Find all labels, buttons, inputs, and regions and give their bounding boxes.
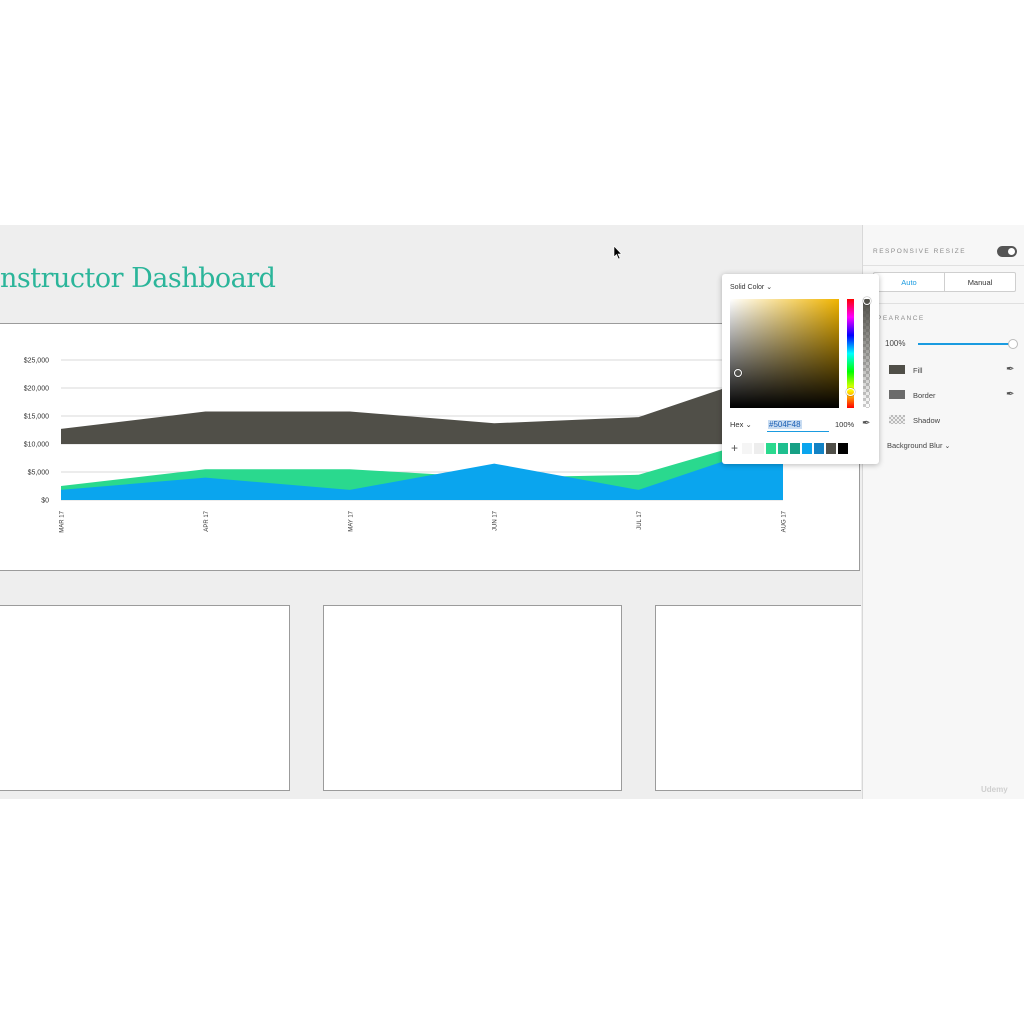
background-blur-label: Background Blur <box>887 441 943 450</box>
chevron-down-icon: ⌄ <box>944 443 951 450</box>
hex-input[interactable]: #504F48 <box>768 420 802 429</box>
manual-option[interactable]: Manual <box>945 273 1015 291</box>
fill-eyedropper-icon[interactable]: ✒ <box>1006 364 1014 375</box>
placeholder-card-2[interactable] <box>323 605 622 791</box>
shadow-label: Shadow <box>913 416 941 425</box>
alpha-slider-handle[interactable] <box>863 297 871 305</box>
alpha-slider[interactable] <box>863 299 870 408</box>
preset-swatch[interactable] <box>742 443 752 454</box>
color-format-label: Hex <box>730 420 744 429</box>
add-swatch-icon[interactable]: + <box>731 442 738 454</box>
placeholder-card-1[interactable] <box>0 605 290 791</box>
alpha-input[interactable]: 100% <box>835 420 854 429</box>
property-inspector: RESPONSIVE RESIZE Auto Manual PEARANCE 1… <box>862 225 1024 799</box>
preset-swatch[interactable] <box>838 443 848 454</box>
watermark-logo: Udemy <box>981 785 1008 794</box>
y-tick-label: $15,000 <box>24 414 49 421</box>
x-tick-label: AUG 17 <box>782 510 788 532</box>
preset-swatch[interactable] <box>766 443 776 454</box>
fill-color-swatch[interactable] <box>889 365 905 374</box>
x-tick-label: APR 17 <box>204 510 210 531</box>
color-format-dropdown[interactable]: Hex ⌄ <box>730 420 752 429</box>
preset-swatch[interactable] <box>778 443 788 454</box>
page-title: nstructor Dashboard <box>0 263 276 294</box>
fill-label: Fill <box>913 366 923 375</box>
border-label: Border <box>913 391 936 400</box>
eyedropper-icon[interactable]: ✒ <box>862 418 870 429</box>
chevron-down-icon: ⌄ <box>745 420 752 429</box>
opacity-value[interactable]: 100% <box>885 339 905 348</box>
preset-swatch[interactable] <box>802 443 812 454</box>
color-field-handle[interactable] <box>734 369 742 377</box>
auto-option[interactable]: Auto <box>874 273 945 291</box>
x-tick-label: MAY 17 <box>348 510 354 531</box>
opacity-slider-knob[interactable] <box>1008 339 1018 349</box>
divider <box>863 303 1024 304</box>
responsive-resize-label: RESPONSIVE RESIZE <box>873 248 967 255</box>
border-eyedropper-icon[interactable]: ✒ <box>1006 389 1014 400</box>
color-picker-popover: Solid Color ⌄ Hex ⌄ #504F48 100% ✒ + <box>722 274 879 464</box>
preset-swatch[interactable] <box>826 443 836 454</box>
preset-swatch[interactable] <box>790 443 800 454</box>
appearance-label: PEARANCE <box>877 315 925 322</box>
x-tick-label: JUL 17 <box>637 510 643 529</box>
background-blur-dropdown[interactable]: Background Blur ⌄ <box>887 441 950 450</box>
preset-swatch[interactable] <box>814 443 824 454</box>
hue-slider-handle[interactable] <box>846 388 855 396</box>
placeholder-card-3[interactable] <box>655 605 861 791</box>
chevron-down-icon: ⌄ <box>766 284 773 291</box>
y-tick-label: $10,000 <box>24 442 49 449</box>
y-tick-label: $20,000 <box>24 386 49 393</box>
hex-input-underline <box>767 431 829 432</box>
responsive-resize-toggle[interactable] <box>997 246 1017 257</box>
border-color-swatch[interactable] <box>889 390 905 399</box>
x-tick-label: JUN 17 <box>493 510 499 531</box>
fill-type-dropdown[interactable]: Solid Color ⌄ <box>730 283 772 291</box>
saturation-brightness-field[interactable] <box>730 299 839 408</box>
y-tick-label: $0 <box>41 498 49 505</box>
y-tick-label: $25,000 <box>24 358 49 365</box>
resize-mode-segmented-control[interactable]: Auto Manual <box>873 272 1016 292</box>
opacity-slider-track[interactable] <box>918 343 1011 345</box>
y-tick-label: $5,000 <box>28 470 50 477</box>
shadow-swatch[interactable] <box>889 415 905 424</box>
x-tick-label: MAR 17 <box>60 510 66 532</box>
series-area-1[interactable] <box>61 368 783 444</box>
divider <box>863 265 1024 266</box>
mouse-cursor-icon <box>613 246 623 260</box>
preset-swatch[interactable] <box>754 443 764 454</box>
fill-type-label: Solid Color <box>730 284 765 291</box>
